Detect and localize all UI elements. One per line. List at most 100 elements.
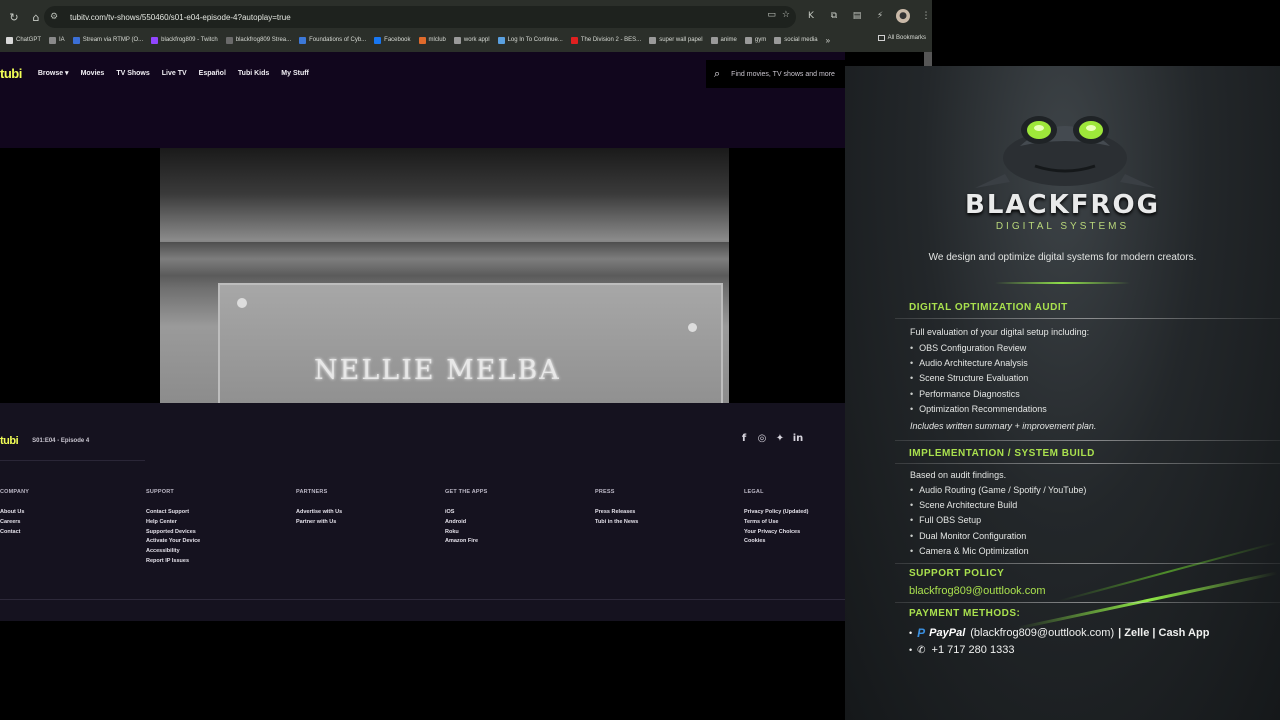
footer-link[interactable]: Advertise with Us: [296, 508, 441, 518]
bookmark-item[interactable]: Foundations of Cyb...: [299, 36, 366, 44]
bookmark-star-icon[interactable]: ☆: [782, 10, 790, 20]
bookmark-favicon-icon: [710, 36, 718, 44]
divider: [895, 602, 1280, 603]
tubi-header: tubi Browse ▾ Movies TV Shows Live TV Españo…: [0, 52, 874, 148]
bookmark-item[interactable]: Facebook: [374, 36, 411, 44]
nav-link[interactable]: Movies: [81, 70, 105, 77]
bookmark-item[interactable]: The Division 2 - BES...: [570, 36, 642, 44]
tubi-logo[interactable]: tubi: [0, 66, 22, 81]
footer-link-list: Advertise with Us Partner with Us: [296, 508, 441, 528]
list-item: Optimization Recommendations: [910, 402, 1047, 417]
bookmark-item[interactable]: work appl: [453, 36, 490, 44]
bookmark-item[interactable]: anime: [710, 36, 737, 44]
footer-link[interactable]: Supported Devices: [146, 528, 291, 538]
extension-icon[interactable]: ⚡: [873, 9, 887, 23]
footer-link[interactable]: Activate Your Device: [146, 537, 291, 547]
brand-title: BLACKFROG: [965, 190, 1160, 220]
all-bookmarks-label: All Bookmarks: [887, 35, 926, 41]
reload-icon[interactable]: ↻: [6, 9, 22, 25]
phone-line: • ✆ +1 717 280 1333: [909, 644, 1014, 656]
footer-link[interactable]: Report IP Issues: [146, 557, 291, 567]
footer-link[interactable]: Help Center: [146, 518, 291, 528]
footer-link[interactable]: Android: [445, 518, 590, 528]
footer-link[interactable]: Careers: [0, 518, 145, 528]
linkedin-icon[interactable]: in: [793, 433, 804, 444]
bookmark-label: The Division 2 - BES...: [580, 37, 642, 43]
footer-column-heading: PARTNERS: [296, 489, 328, 495]
payment-others: | Zelle | Cash App: [1118, 627, 1210, 639]
bookmark-item[interactable]: Stream via RTMP (O...: [72, 36, 144, 44]
footer-link[interactable]: Contact: [0, 528, 145, 538]
extensions-area: K ⧉ ▤ ⚡ ● ⋮: [804, 9, 933, 23]
instagram-icon[interactable]: ◎: [757, 433, 767, 444]
bookmark-item[interactable]: social media: [774, 36, 818, 44]
facebook-icon[interactable]: f: [739, 433, 749, 444]
home-icon[interactable]: ⌂: [28, 9, 44, 25]
footer-link[interactable]: Roku: [445, 528, 590, 538]
all-bookmarks[interactable]: All Bookmarks: [877, 35, 926, 41]
bookmark-label: Stream via RTMP (O...: [82, 37, 144, 43]
toolbar: ↻ ⌂ ⚙ tubitv.com/tv-shows/550460/s01-e04…: [0, 5, 932, 29]
bookmark-label: social media: [784, 37, 818, 43]
bookmark-item[interactable]: blackfrog809 - Twitch: [151, 36, 218, 44]
bookmark-item[interactable]: blackfrog809 Strea...: [225, 36, 291, 44]
footer-link[interactable]: Tubi in the News: [595, 518, 740, 528]
footer-link[interactable]: Accessibility: [146, 547, 291, 557]
footer-top: tubi S01:E04 - Episode 4: [0, 435, 89, 447]
sidepanel-icon[interactable]: ▤: [850, 9, 864, 23]
footer-link[interactable]: Press Releases: [595, 508, 740, 518]
bookmark-favicon-icon: [72, 36, 80, 44]
bookmark-item[interactable]: IA: [49, 36, 65, 44]
list-item: Performance Diagnostics: [910, 387, 1047, 402]
nav-link[interactable]: Español: [199, 70, 226, 77]
build-intro: Based on audit findings.: [910, 470, 1007, 480]
frog-logo-icon: [975, 116, 1155, 188]
footer-column: PARTNERS Advertise with Us Partner with Us: [296, 489, 441, 528]
bookmark-favicon-icon: [49, 36, 57, 44]
footer-link[interactable]: Partner with Us: [296, 518, 441, 528]
extension-puzzle-icon[interactable]: ⧉: [827, 9, 841, 23]
more-bookmarks-button[interactable]: »: [826, 36, 830, 45]
footer-link[interactable]: iOS: [445, 508, 590, 518]
twitter-icon[interactable]: ✦: [775, 433, 785, 444]
footer-link[interactable]: Contact Support: [146, 508, 291, 518]
bookmark-favicon-icon: [151, 36, 159, 44]
footer-link[interactable]: Amazon Fire: [445, 537, 590, 547]
audit-list: OBS Configuration ReviewAudio Architectu…: [910, 341, 1047, 417]
nav-link[interactable]: Live TV: [162, 70, 187, 77]
bookmark-favicon-icon: [374, 36, 382, 44]
nav-link[interactable]: TV Shows: [116, 70, 149, 77]
list-item: Full OBS Setup: [910, 513, 1086, 528]
bookmark-item[interactable]: super wall papel: [649, 36, 703, 44]
list-item: OBS Configuration Review: [910, 341, 1047, 356]
tubi-footer: tubi S01:E04 - Episode 4 f ◎ ✦ in COMPAN…: [0, 403, 845, 621]
payment-line: • P PayPal (blackfrog809@outtlook.com) |…: [909, 626, 1209, 640]
bookmark-item[interactable]: mlclub: [418, 36, 446, 44]
profile-avatar[interactable]: ●: [896, 9, 910, 23]
green-light-streak: [1058, 541, 1277, 603]
footer-column-heading: PRESS: [595, 489, 615, 495]
extension-k-icon[interactable]: K: [804, 9, 818, 23]
bookmark-item[interactable]: ChatGPT: [6, 36, 41, 44]
address-bar[interactable]: ⚙ tubitv.com/tv-shows/550460/s01-e04-epi…: [44, 6, 796, 28]
nav-link[interactable]: My Stuff: [281, 70, 309, 77]
video-player[interactable]: NELLIE MELBA: [160, 148, 729, 403]
nav-link[interactable]: Tubi Kids: [238, 70, 269, 77]
bookmark-item[interactable]: gym: [744, 36, 766, 44]
bookmark-item[interactable]: Log In To Continue...: [497, 36, 563, 44]
search-input[interactable]: Find movies, TV shows and more: [731, 71, 835, 78]
footer-link[interactable]: About Us: [0, 508, 145, 518]
footer-logo[interactable]: tubi: [0, 435, 19, 447]
folder-icon: [877, 35, 885, 41]
nav-link[interactable]: Browse ▾: [38, 69, 69, 77]
build-title: IMPLEMENTATION / SYSTEM BUILD: [909, 448, 1095, 459]
url-text[interactable]: tubitv.com/tv-shows/550460/s01-e04-episo…: [70, 13, 291, 22]
menu-icon[interactable]: ⋮: [919, 9, 933, 23]
phone-number: +1 717 280 1333: [931, 644, 1015, 656]
cast-icon[interactable]: ▭: [767, 10, 776, 20]
social-links: f ◎ ✦ in: [739, 433, 803, 444]
site-info-icon[interactable]: ⚙: [50, 12, 64, 22]
green-light-streak: [1017, 571, 1278, 630]
bookmark-label: IA: [59, 37, 65, 43]
video-frame-rivet: [237, 298, 247, 308]
